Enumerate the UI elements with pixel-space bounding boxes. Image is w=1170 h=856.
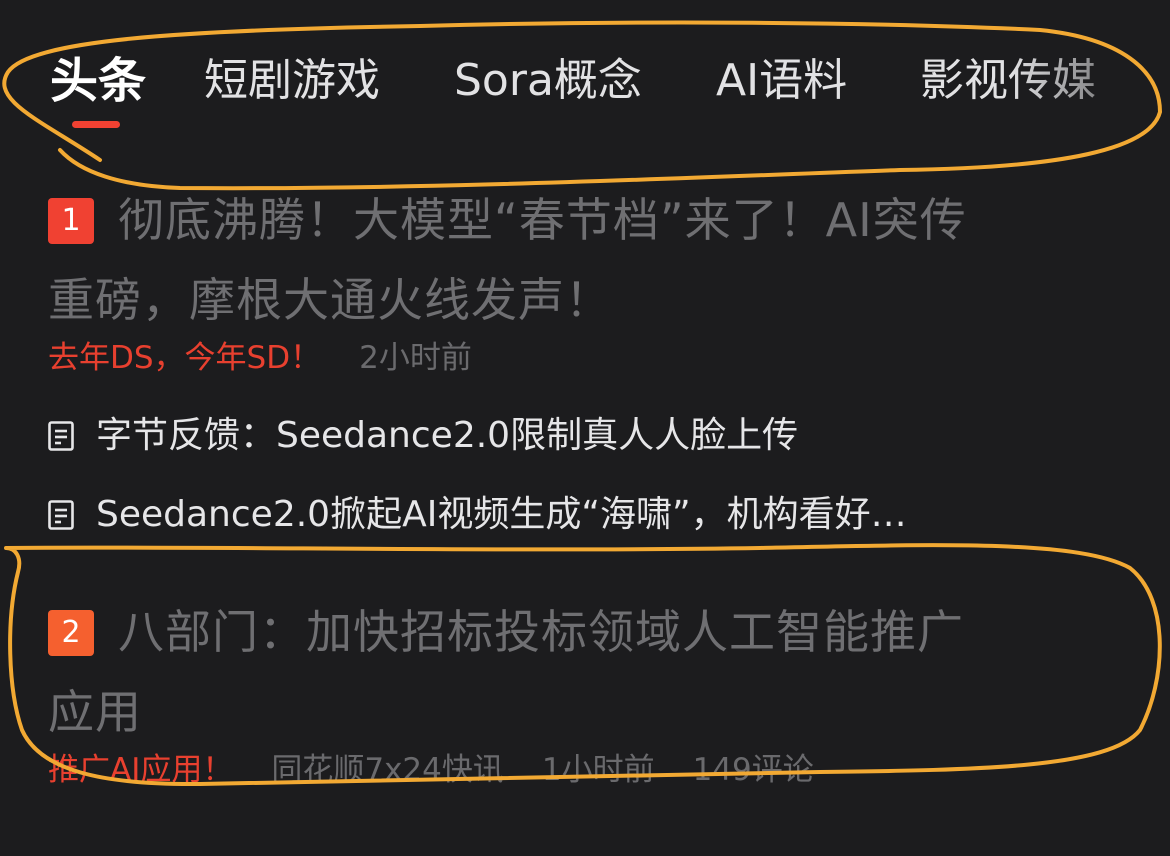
related-news-title: 字节反馈：Seedance2.0限制真人人脸上传	[96, 415, 799, 456]
active-tab-indicator	[72, 121, 120, 128]
news-comment-count: 149评论	[692, 752, 814, 788]
tab-short-drama-games[interactable]: 短剧游戏	[204, 50, 380, 112]
related-news-title: Seedance2.0掀起AI视频生成“海啸”，机构看好…	[96, 494, 907, 535]
news-title[interactable]: 1 彻底沸腾！大模型“春节档”来了！AI突传 重磅，摩根大通火线发声！	[48, 180, 1118, 340]
news-tag: 推广AI应用！	[48, 752, 234, 788]
news-source: 同花顺7x24快讯	[271, 752, 504, 788]
tab-film-media[interactable]: 影视传媒	[920, 50, 1096, 112]
related-news-item[interactable]: 字节反馈：Seedance2.0限制真人人脸上传	[48, 411, 798, 461]
news-title-line2: 应用	[48, 685, 142, 739]
news-time: 1小时前	[541, 752, 655, 788]
news-title[interactable]: 2 八部门：加快招标投标领域人工智能推广 应用	[48, 592, 1118, 752]
news-title-line1: 彻底沸腾！大模型“春节档”来了！AI突传	[118, 193, 967, 247]
news-item-2[interactable]: 2 八部门：加快招标投标领域人工智能推广 应用 推广AI应用！ 同花顺7x24快讯 1…	[48, 592, 1118, 802]
tab-headlines[interactable]: 头条	[50, 50, 146, 112]
rank-badge: 1	[48, 198, 94, 244]
rank-badge: 2	[48, 610, 94, 656]
news-tag: 去年DS，今年SD！	[48, 340, 322, 376]
document-icon	[48, 500, 74, 530]
tab-sora-concept[interactable]: Sora概念	[454, 50, 642, 112]
news-title-line2: 重磅，摩根大通火线发声！	[48, 273, 612, 327]
news-meta: 去年DS，今年SD！ 2小时前	[48, 336, 472, 380]
news-title-line1: 八部门：加快招标投标领域人工智能推广	[118, 605, 964, 659]
news-item-1[interactable]: 1 彻底沸腾！大模型“春节档”来了！AI突传 重磅，摩根大通火线发声！ 去年DS，…	[48, 180, 1118, 550]
tab-ai-corpus[interactable]: AI语料	[716, 50, 847, 112]
news-meta: 推广AI应用！ 同花顺7x24快讯 1小时前 149评论	[48, 748, 814, 792]
document-icon	[48, 421, 74, 451]
news-time: 2小时前	[359, 340, 472, 376]
channel-tab-bar: 头条 短剧游戏 Sora概念 AI语料 影视传媒	[0, 0, 1170, 150]
related-news-item[interactable]: Seedance2.0掀起AI视频生成“海啸”，机构看好…	[48, 490, 907, 540]
